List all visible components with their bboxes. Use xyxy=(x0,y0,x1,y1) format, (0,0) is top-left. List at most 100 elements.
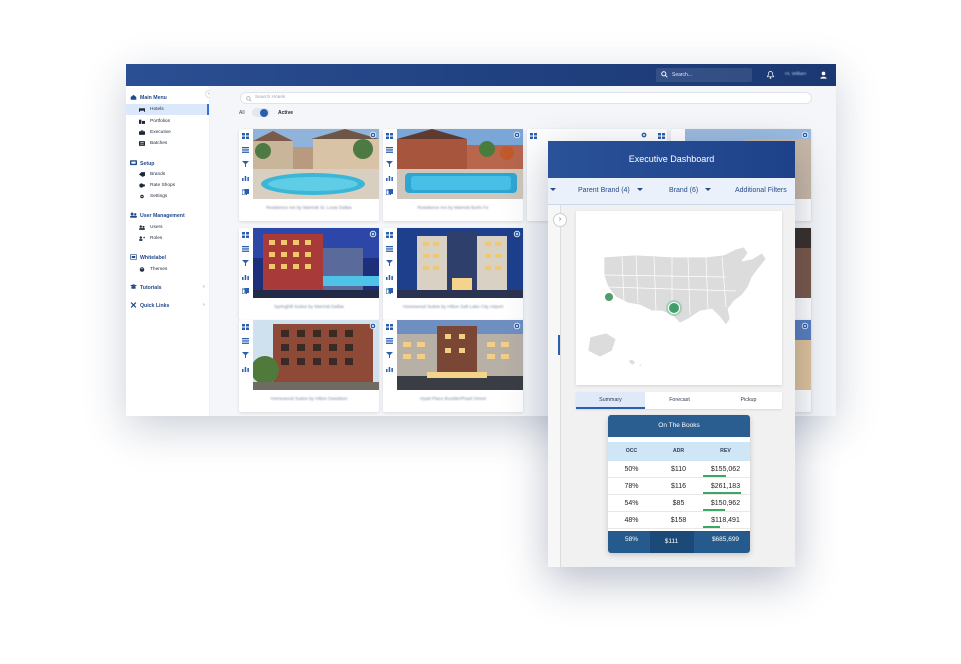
filter-icon[interactable] xyxy=(386,260,393,266)
hotel-card[interactable]: Hyatt Place Boulder/Pearl Street xyxy=(383,320,523,412)
copy-icon[interactable] xyxy=(242,288,249,294)
section-setup[interactable]: Setup xyxy=(130,160,154,167)
dashboard-icon[interactable] xyxy=(658,133,665,139)
chevron-right-icon[interactable]: › xyxy=(203,302,205,308)
hotel-name[interactable]: Residence Inn by Marriott Burlo Fe xyxy=(383,205,523,210)
tab-forecast[interactable]: Forecast xyxy=(645,392,714,409)
hotel-photo[interactable] xyxy=(397,228,523,298)
gear-icon[interactable] xyxy=(513,131,521,139)
expand-button[interactable]: › xyxy=(553,213,567,227)
section-whitelabel[interactable]: Whitelabel xyxy=(130,254,166,261)
hotel-card[interactable]: Residence Inn by Marriott St. Louis Dall… xyxy=(239,129,379,221)
chart-icon[interactable] xyxy=(242,366,249,372)
dashboard-icon[interactable] xyxy=(530,133,537,139)
list-icon[interactable] xyxy=(242,147,249,153)
sidebar-item-hotels[interactable]: Hotels xyxy=(126,104,209,115)
hotel-name[interactable]: Springhill Suites by Marriott Dallas xyxy=(239,304,379,309)
chevron-down-icon xyxy=(550,188,556,191)
gear-icon[interactable] xyxy=(513,230,521,238)
hotel-search-input[interactable]: Search Hotels xyxy=(240,92,812,104)
dashboard-icon[interactable] xyxy=(386,324,393,330)
gear-icon[interactable] xyxy=(801,131,809,139)
hotel-photo[interactable] xyxy=(397,129,523,199)
filter-icon[interactable] xyxy=(242,260,249,266)
list-icon[interactable] xyxy=(242,246,249,252)
section-main-menu[interactable]: Main Menu xyxy=(130,94,167,101)
dashboard-icon[interactable] xyxy=(242,133,249,139)
dashboard-icon[interactable] xyxy=(386,232,393,238)
filter-icon[interactable] xyxy=(386,161,393,167)
dashboard-icon[interactable] xyxy=(242,232,249,238)
sidebar-item-settings[interactable]: Settings xyxy=(126,191,209,202)
table-row[interactable]: 54% $85 $150,962 xyxy=(608,495,750,512)
sidebar-item-users[interactable]: Users xyxy=(126,222,209,233)
table-row[interactable]: 50% $110 $155,062 xyxy=(608,461,750,478)
filter-brand[interactable]: Brand (6) xyxy=(669,187,712,194)
list-icon[interactable] xyxy=(386,147,393,153)
toggle-active-label[interactable]: Active xyxy=(278,110,293,116)
table-row[interactable]: 78% $116 $261,183 xyxy=(608,478,750,495)
gear-icon[interactable] xyxy=(369,131,377,139)
filter-icon[interactable] xyxy=(242,161,249,167)
sidebar-item-brands[interactable]: Brands xyxy=(126,169,209,180)
user-name[interactable]: Hi, William xyxy=(785,71,806,76)
map-marker[interactable] xyxy=(668,302,680,314)
filter-icon[interactable] xyxy=(386,352,393,358)
user-icon[interactable] xyxy=(819,70,828,80)
hotel-name[interactable]: Homewood Suites by Hilton Salt Lake City… xyxy=(383,304,523,309)
hotel-card[interactable]: Residence Inn by Marriott Burlo Fe xyxy=(383,129,523,221)
gear-icon[interactable] xyxy=(369,230,377,238)
chevron-right-icon[interactable]: › xyxy=(203,284,205,290)
hotel-name[interactable]: Hyatt Place Boulder/Pearl Street xyxy=(383,396,523,401)
chart-icon[interactable] xyxy=(242,175,249,181)
list-icon[interactable] xyxy=(386,338,393,344)
bell-icon[interactable] xyxy=(766,70,775,80)
gear-icon[interactable] xyxy=(640,131,648,139)
copy-icon[interactable] xyxy=(386,189,393,195)
section-user-management[interactable]: User Management xyxy=(130,212,185,219)
hotel-name[interactable]: Residence Inn by Marriott St. Louis Dall… xyxy=(239,205,379,210)
hotel-card[interactable]: Springhill Suites by Marriott Dallas xyxy=(239,228,379,320)
filter-parent-brand[interactable]: Parent Brand (4) xyxy=(578,187,643,194)
chart-icon[interactable] xyxy=(386,366,393,372)
toggle-all-label[interactable]: All xyxy=(239,110,245,116)
hotel-photo[interactable] xyxy=(253,129,379,199)
chart-icon[interactable] xyxy=(386,175,393,181)
hotel-photo[interactable] xyxy=(253,320,379,390)
gear-icon[interactable] xyxy=(801,322,809,330)
filter-icon[interactable] xyxy=(242,352,249,358)
list-icon[interactable] xyxy=(386,246,393,252)
dashboard-icon[interactable] xyxy=(386,133,393,139)
sidebar-item-rate-shops[interactable]: Rate Shops xyxy=(126,180,209,191)
table-row[interactable]: 48% $158 $118,491 xyxy=(608,512,750,529)
sidebar-item-roles[interactable]: Roles xyxy=(126,233,209,244)
sidebar-item-batches[interactable]: Batches xyxy=(126,138,209,149)
filter-additional[interactable]: Additional Filters xyxy=(735,187,787,194)
section-quick-links[interactable]: Quick Links xyxy=(130,302,169,309)
list-icon[interactable] xyxy=(242,338,249,344)
chart-icon[interactable] xyxy=(242,274,249,280)
copy-icon[interactable] xyxy=(242,189,249,195)
hotel-photo[interactable] xyxy=(253,228,379,298)
sidebar-item-executive[interactable]: Executive xyxy=(126,127,209,138)
gear-icon[interactable] xyxy=(369,322,377,330)
chart-icon[interactable] xyxy=(386,274,393,280)
tab-summary[interactable]: Summary xyxy=(576,392,645,409)
dashboard-icon[interactable] xyxy=(242,324,249,330)
tab-pickup[interactable]: Pickup xyxy=(714,392,783,409)
map-marker[interactable] xyxy=(605,293,613,301)
hotel-card[interactable]: Homewood Suites by Hilton Davidson xyxy=(239,320,379,412)
hotel-photo[interactable] xyxy=(397,320,523,390)
hotel-name[interactable]: Homewood Suites by Hilton Davidson xyxy=(239,396,379,401)
gear-icon[interactable] xyxy=(513,322,521,330)
filter-caret-left[interactable] xyxy=(548,187,556,194)
section-tutorials[interactable]: Tutorials xyxy=(130,284,162,291)
sidebar-item-themes[interactable]: Themes xyxy=(126,264,209,275)
sidebar-item-portfolios[interactable]: Portfolios xyxy=(126,116,209,127)
active-toggle[interactable] xyxy=(252,108,270,117)
hotel-card[interactable]: Homewood Suites by Hilton Salt Lake City… xyxy=(383,228,523,320)
cell-occ: 50% xyxy=(624,466,639,473)
global-search-input[interactable]: Search... xyxy=(656,68,752,82)
copy-icon[interactable] xyxy=(386,288,393,294)
us-map-card[interactable] xyxy=(576,211,782,385)
